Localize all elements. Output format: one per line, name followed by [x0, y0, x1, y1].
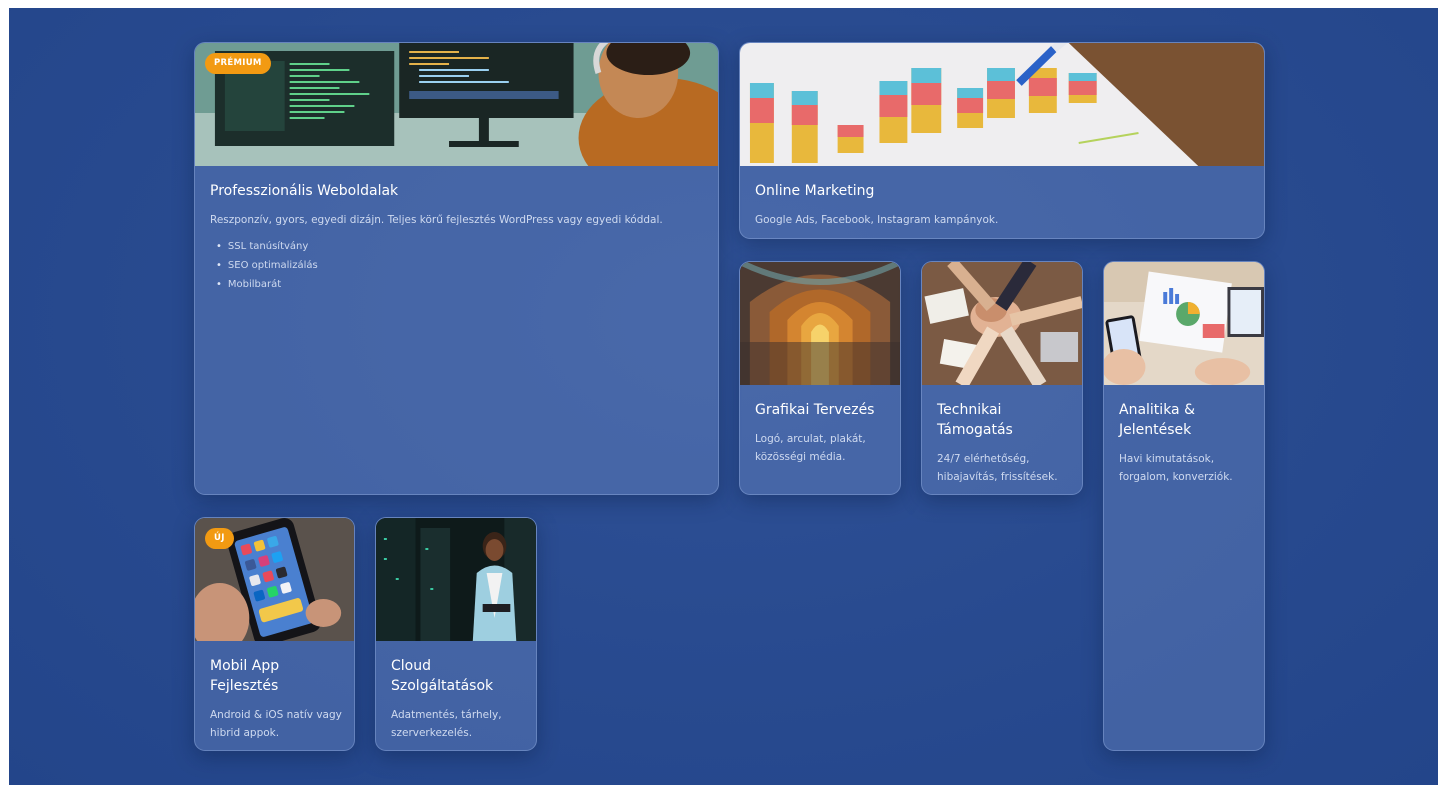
- service-card-body: Cloud Szolgáltatások Adatmentés, tárhely…: [391, 656, 524, 742]
- service-description: Android & iOS natív vagy hibrid appok.: [210, 709, 342, 739]
- service-card-design[interactable]: Grafikai Tervezés Logó, arculat, plakát,…: [739, 261, 901, 495]
- feature-item: Mobilbarát: [216, 275, 706, 294]
- services-grid: PRÉMIUM Professzionális Weboldalak Reszp…: [9, 8, 1438, 785]
- feature-item: SSL tanúsítvány: [216, 237, 706, 256]
- service-title: Professzionális Weboldalak: [210, 183, 399, 199]
- service-description: Reszponzív, gyors, egyedi dizájn. Teljes…: [210, 214, 663, 226]
- server-room-photo-icon: [376, 518, 536, 641]
- feature-item: SEO optimalizálás: [216, 256, 706, 275]
- service-card-body: Analitika & Jelentések Havi kimutatások,…: [1119, 400, 1252, 486]
- service-card-marketing[interactable]: Online Marketing Google Ads, Facebook, I…: [739, 42, 1265, 239]
- service-title: Grafikai Tervezés: [755, 402, 875, 418]
- service-card-web[interactable]: PRÉMIUM Professzionális Weboldalak Reszp…: [194, 42, 719, 495]
- team-hands-photo-icon: [922, 262, 1082, 385]
- service-description: Havi kimutatások, forgalom, konverziók.: [1119, 453, 1233, 483]
- service-title: Mobil App Fejlesztés: [210, 658, 280, 694]
- service-card-body: Online Marketing Google Ads, Facebook, I…: [755, 181, 1252, 229]
- service-card-support[interactable]: Technikai Támogatás 24/7 elérhetőség, hi…: [921, 261, 1083, 495]
- service-card-body: Professzionális Weboldalak Reszponzív, g…: [210, 181, 706, 294]
- service-description: Google Ads, Facebook, Instagram kampányo…: [755, 214, 999, 226]
- premium-badge: PRÉMIUM: [205, 53, 271, 74]
- service-card-body: Mobil App Fejlesztés Android & iOS natív…: [210, 656, 342, 742]
- service-card-cloud[interactable]: Cloud Szolgáltatások Adatmentés, tárhely…: [375, 517, 537, 751]
- analytics-reports-photo-icon: [1104, 262, 1264, 385]
- service-card-body: Technikai Támogatás 24/7 elérhetőség, hi…: [937, 400, 1070, 486]
- service-card-analytics[interactable]: Analitika & Jelentések Havi kimutatások,…: [1103, 261, 1265, 751]
- service-description: 24/7 elérhetőség, hibajavítás, frissítés…: [937, 453, 1058, 483]
- service-title: Online Marketing: [755, 183, 875, 199]
- arched-corridor-photo-icon: [740, 262, 900, 385]
- smartphone-apps-photo-icon: ÚJ: [195, 518, 354, 641]
- developer-monitors-photo-icon: PRÉMIUM: [195, 43, 718, 166]
- service-title: Technikai Támogatás: [937, 402, 1013, 438]
- bar-chart-paper-photo-icon: [740, 43, 1264, 166]
- service-title: Cloud Szolgáltatások: [391, 658, 494, 694]
- service-title: Analitika & Jelentések: [1119, 402, 1195, 438]
- new-badge: ÚJ: [205, 528, 234, 549]
- service-card-body: Grafikai Tervezés Logó, arculat, plakát,…: [755, 400, 888, 466]
- service-description: Logó, arculat, plakát, közösségi média.: [755, 433, 866, 463]
- service-description: Adatmentés, tárhely, szerverkezelés.: [391, 709, 502, 739]
- service-card-mobile[interactable]: ÚJ Mobil App Fejlesztés Android & iOS na…: [194, 517, 355, 751]
- feature-list: SSL tanúsítvány SEO optimalizálás Mobilb…: [210, 237, 706, 294]
